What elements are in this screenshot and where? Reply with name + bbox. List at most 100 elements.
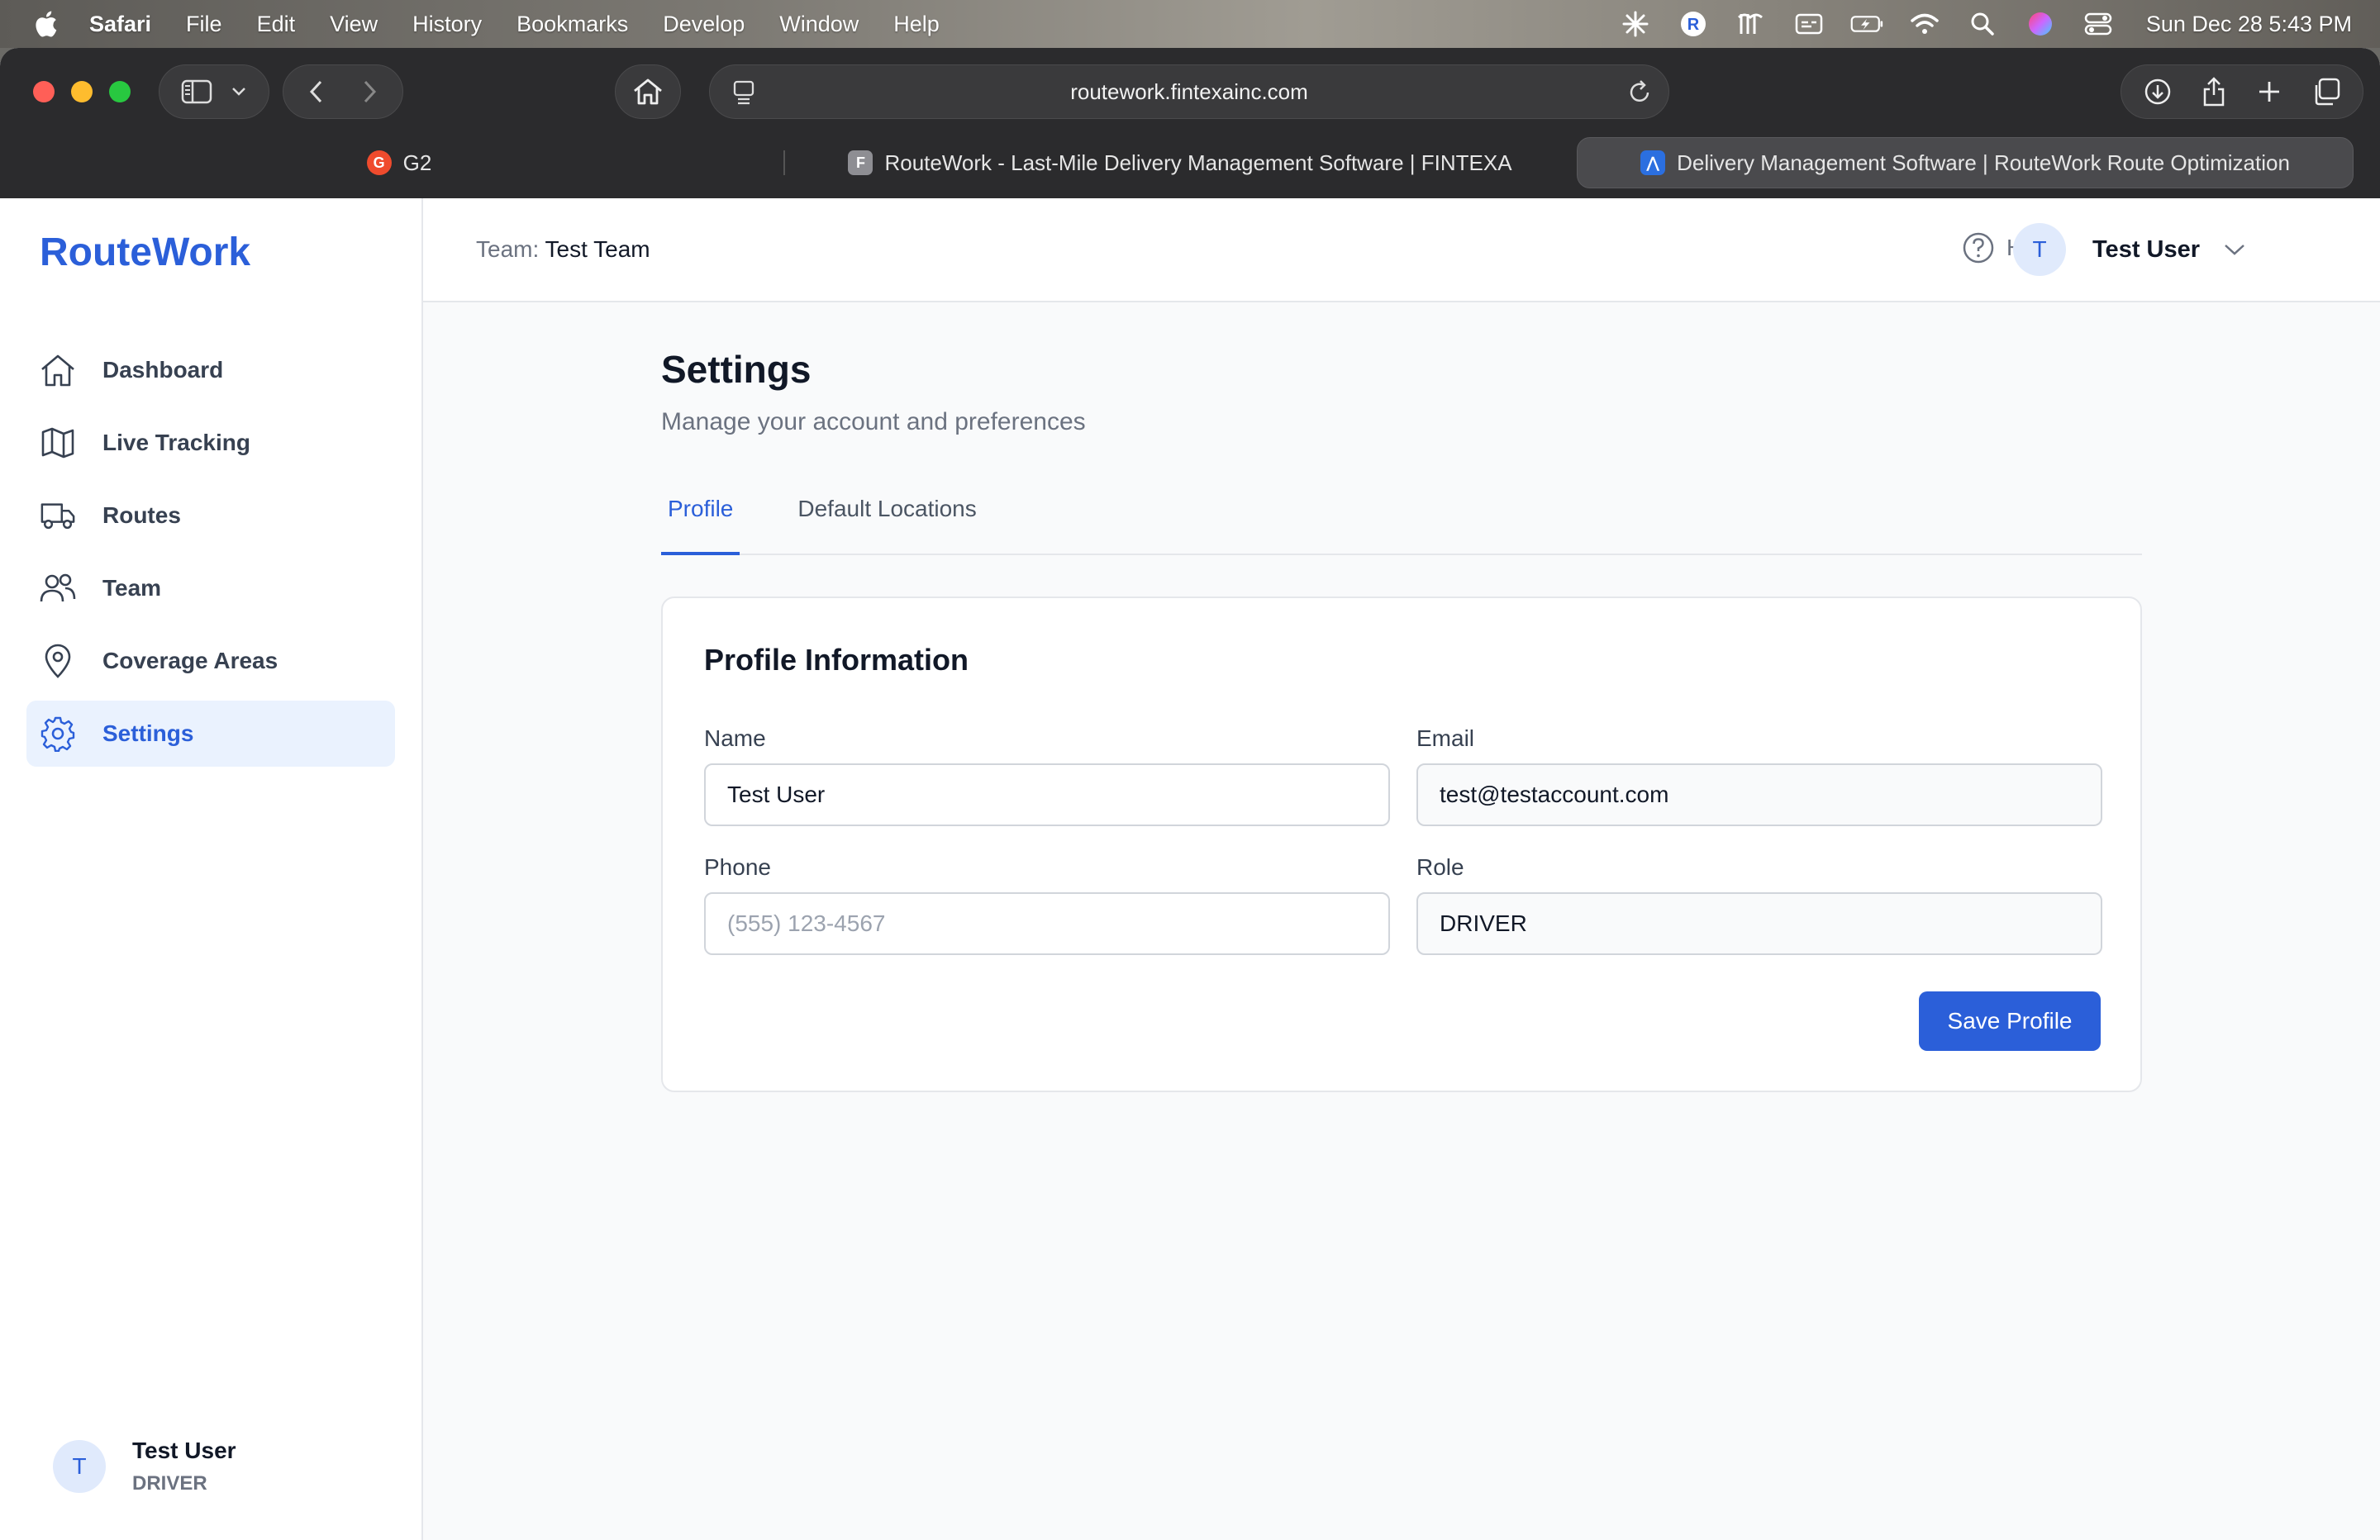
sidebar-item-dashboard[interactable]: Dashboard xyxy=(26,337,395,403)
menu-window[interactable]: Window xyxy=(779,12,859,37)
phone-field: Phone xyxy=(704,854,1390,955)
site-settings-icon[interactable] xyxy=(733,80,754,105)
menu-history[interactable]: History xyxy=(412,12,482,37)
wifi-icon[interactable] xyxy=(1908,7,1941,40)
battery-icon[interactable] xyxy=(1850,7,1883,40)
macos-menubar: Safari File Edit View History Bookmarks … xyxy=(0,0,2380,48)
sidebar-item-settings[interactable]: Settings xyxy=(26,701,395,767)
menu-file[interactable]: File xyxy=(186,12,222,37)
sidebar-item-label: Live Tracking xyxy=(102,430,250,455)
app-menus: Safari File Edit View History Bookmarks … xyxy=(89,12,974,37)
url-text: routework.fintexainc.com xyxy=(1070,78,1308,104)
svg-text:R: R xyxy=(1687,16,1700,34)
address-bar[interactable]: routework.fintexainc.com xyxy=(709,64,1669,119)
sidebar-user[interactable]: T Test User DRIVER xyxy=(53,1438,236,1495)
sidebar-item-routes[interactable]: Routes xyxy=(26,482,395,549)
sidebar-item-coverage-areas[interactable]: Coverage Areas xyxy=(26,628,395,694)
new-tab-icon[interactable] xyxy=(2258,80,2281,103)
users-icon xyxy=(40,570,76,606)
caption-icon[interactable] xyxy=(1792,7,1825,40)
toolbar-actions xyxy=(2121,64,2363,119)
sidebar-item-label: Team xyxy=(102,575,162,601)
sparkle-icon[interactable] xyxy=(1619,7,1652,40)
menu-help[interactable]: Help xyxy=(893,12,940,37)
page-subtitle: Manage your account and preferences xyxy=(661,408,1086,435)
g2-favicon: G xyxy=(366,150,392,175)
user-menu[interactable]: T Test User xyxy=(2013,223,2246,276)
forward-button[interactable] xyxy=(361,79,378,104)
role-field: Role xyxy=(1416,854,2102,955)
name-label: Name xyxy=(704,725,766,751)
page-title: Settings xyxy=(661,348,812,391)
tab-routework-active[interactable]: ⋀ Delivery Management Software | RouteWo… xyxy=(1577,137,2354,188)
menu-app[interactable]: Safari xyxy=(89,12,151,37)
phone-input[interactable] xyxy=(704,892,1390,955)
home-icon xyxy=(40,352,76,388)
downloads-icon[interactable] xyxy=(2144,78,2172,106)
email-input[interactable] xyxy=(1416,763,2102,826)
minimize-window-button[interactable] xyxy=(71,81,93,102)
map-icon xyxy=(40,425,76,461)
home-icon xyxy=(634,78,662,105)
user-name: Test User xyxy=(2092,235,2201,263)
tab-profile[interactable]: Profile xyxy=(661,489,740,555)
gear-icon xyxy=(40,715,76,752)
back-button[interactable] xyxy=(308,79,325,104)
team-label: Team: xyxy=(476,236,540,262)
email-field: Email xyxy=(1416,725,2102,826)
siri-icon[interactable] xyxy=(2024,7,2057,40)
settings-content: Settings Manage your account and prefere… xyxy=(661,347,2142,1092)
tab-default-locations[interactable]: Default Locations xyxy=(791,489,983,555)
sidebar-item-team[interactable]: Team xyxy=(26,555,395,621)
menu-view[interactable]: View xyxy=(330,12,378,37)
team-indicator: Team: Test Team xyxy=(476,236,650,263)
tab-g2[interactable]: G G2 xyxy=(15,137,783,188)
avatar: T xyxy=(53,1440,106,1493)
chevron-down-icon xyxy=(232,88,245,96)
sidebar-toggle-button[interactable] xyxy=(159,64,269,119)
menubar-clock[interactable]: Sun Dec 28 5:43 PM xyxy=(2146,12,2352,37)
email-label: Email xyxy=(1416,725,1475,751)
window-controls xyxy=(33,81,147,102)
brand-logo[interactable]: RouteWork xyxy=(40,230,250,275)
tab-overview-icon[interactable] xyxy=(2312,78,2340,106)
menu-bookmarks[interactable]: Bookmarks xyxy=(516,12,628,37)
apple-icon[interactable] xyxy=(33,10,58,38)
name-input[interactable] xyxy=(704,763,1390,826)
sidebar-user-meta: Test User DRIVER xyxy=(132,1438,236,1495)
tab-strip: G G2 F RouteWork - Last-Mile Delivery Ma… xyxy=(15,137,2365,188)
spotlight-search-icon[interactable] xyxy=(1966,7,1999,40)
help-circle-icon xyxy=(1963,232,1994,264)
pin-icon xyxy=(40,643,76,679)
chevron-down-icon xyxy=(2225,245,2244,255)
browser-toolbar: routework.fintexainc.com G G2 F RouteWor… xyxy=(0,48,2380,198)
sidebar-item-label: Settings xyxy=(102,720,194,746)
tab-title: RouteWork - Last-Mile Delivery Managemen… xyxy=(884,150,1512,175)
phone-label: Phone xyxy=(704,854,771,880)
zoom-window-button[interactable] xyxy=(109,81,131,102)
sidebar-user-role: DRIVER xyxy=(132,1472,207,1495)
role-input[interactable] xyxy=(1416,892,2102,955)
avatar: T xyxy=(2013,223,2066,276)
menu-develop[interactable]: Develop xyxy=(663,12,745,37)
tab-routework-fintexa[interactable]: F RouteWork - Last-Mile Delivery Managem… xyxy=(785,137,1575,188)
home-button[interactable] xyxy=(615,64,681,119)
sidebar-item-live-tracking[interactable]: Live Tracking xyxy=(26,410,395,476)
tab-title: G2 xyxy=(402,150,432,175)
menu-edit[interactable]: Edit xyxy=(257,12,296,37)
share-icon[interactable] xyxy=(2202,77,2226,107)
sidebar: RouteWork Dashboard Live Tracking Routes… xyxy=(0,198,423,1540)
fintexa-favicon: F xyxy=(848,150,873,175)
tools-icon[interactable] xyxy=(1735,7,1768,40)
sidebar-item-label: Routes xyxy=(102,502,181,528)
r-app-icon[interactable]: R xyxy=(1677,7,1710,40)
sidebar-user-name: Test User xyxy=(132,1438,236,1463)
reload-icon[interactable] xyxy=(1627,78,1652,105)
close-window-button[interactable] xyxy=(33,81,55,102)
truck-icon xyxy=(40,497,76,534)
save-profile-button[interactable]: Save Profile xyxy=(1919,991,2101,1051)
settings-tabs: Profile Default Locations xyxy=(661,489,2142,555)
control-center-icon[interactable] xyxy=(2082,7,2115,40)
profile-card-title: Profile Information xyxy=(704,643,969,677)
sidebar-item-label: Dashboard xyxy=(102,357,224,383)
